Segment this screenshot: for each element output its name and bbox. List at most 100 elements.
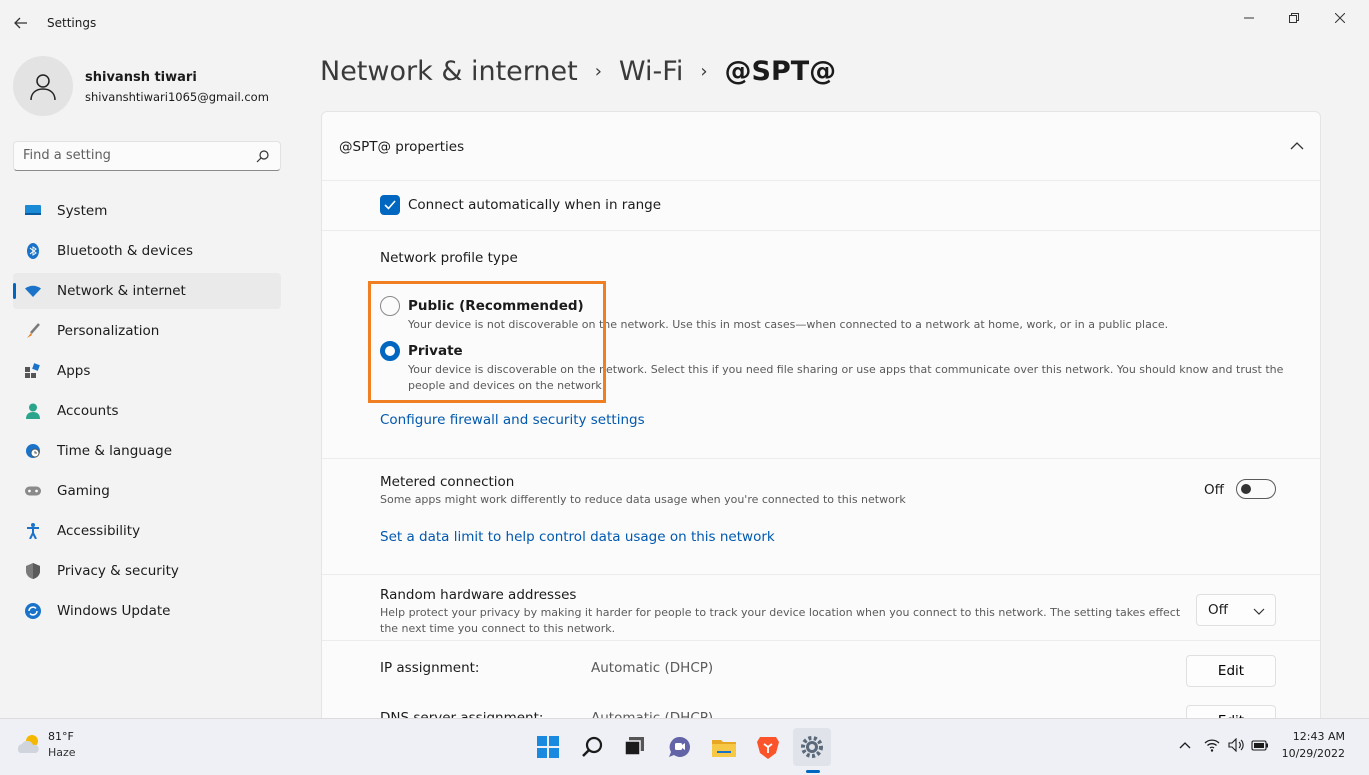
properties-title: @SPT@ properties: [339, 139, 465, 155]
avatar[interactable]: [13, 56, 73, 116]
private-radio-description: Your device is discoverable on the netwo…: [408, 363, 1284, 376]
metered-toggle-state: Off: [1204, 482, 1224, 498]
clock-time[interactable]: 12:43 AM: [1293, 730, 1345, 743]
app-title: Settings: [47, 16, 97, 30]
battery-icon[interactable]: [1250, 735, 1270, 755]
task-view-icon[interactable]: [616, 728, 654, 766]
chevron-down-icon: [1253, 608, 1265, 615]
person-icon: [25, 403, 41, 419]
ip-edit-button[interactable]: Edit: [1186, 655, 1276, 687]
sidebar-item-label: Personalization: [57, 323, 160, 339]
connect-auto-checkbox[interactable]: [380, 195, 400, 215]
bluetooth-icon: [25, 243, 41, 259]
random-hw-title: Random hardware addresses: [380, 587, 577, 603]
sidebar-item-gaming[interactable]: Gaming: [13, 473, 281, 509]
private-radio-label[interactable]: Private: [408, 343, 463, 359]
weather-description[interactable]: Haze: [48, 746, 76, 759]
user-name: shivansh tiwari: [85, 70, 197, 85]
system-icon: [25, 203, 41, 219]
sidebar-item-bluetooth[interactable]: Bluetooth & devices: [13, 233, 281, 269]
wifi-icon: [25, 283, 41, 299]
sidebar-item-windows-update[interactable]: Windows Update: [13, 593, 281, 629]
sidebar-nav: System Bluetooth & devices Network & int…: [13, 193, 281, 633]
properties-header[interactable]: @SPT@ properties: [322, 112, 1320, 181]
public-radio-description: Your device is not discoverable on the n…: [408, 318, 1169, 331]
sidebar-item-accounts[interactable]: Accounts: [13, 393, 281, 429]
chevron-right-icon: ›: [700, 61, 708, 82]
accessibility-icon: [25, 523, 41, 539]
connect-auto-row: Connect automatically when in range: [322, 181, 1320, 231]
gamepad-icon: [25, 483, 41, 499]
network-profile-section: Network profile type Public (Recommended…: [322, 231, 1320, 459]
connect-auto-label: Connect automatically when in range: [408, 197, 662, 213]
weather-temperature[interactable]: 81°F: [48, 730, 74, 743]
sidebar-item-system[interactable]: System: [13, 193, 281, 229]
brave-browser-icon[interactable]: [749, 728, 787, 766]
sidebar-item-label: Accessibility: [57, 523, 141, 539]
back-arrow-icon[interactable]: [10, 12, 32, 34]
ip-assignment-value: Automatic (DHCP): [591, 660, 714, 676]
windows-start-icon[interactable]: [529, 728, 567, 766]
user-email: shivanshtiwari1065@gmail.com: [85, 90, 269, 104]
sidebar-item-accessibility[interactable]: Accessibility: [13, 513, 281, 549]
metered-connection-section: Metered connection Some apps might work …: [322, 459, 1320, 575]
breadcrumb: Network & internet › Wi-Fi › @SPT@: [320, 56, 836, 87]
breadcrumb-wifi[interactable]: Wi-Fi: [619, 56, 683, 87]
file-explorer-icon[interactable]: [705, 728, 743, 766]
data-limit-link[interactable]: Set a data limit to help control data us…: [380, 529, 775, 545]
private-radio[interactable]: [380, 341, 400, 361]
private-radio-description-cont: people and devices on the network.: [408, 379, 606, 392]
restore-icon[interactable]: [1284, 8, 1304, 28]
breadcrumb-network[interactable]: Network & internet: [320, 56, 578, 87]
random-hw-dropdown[interactable]: Off: [1196, 594, 1276, 626]
search-icon[interactable]: [256, 149, 270, 163]
sidebar-item-label: Windows Update: [57, 603, 171, 619]
sidebar-item-label: Bluetooth & devices: [57, 243, 194, 259]
chevron-right-icon: ›: [594, 61, 602, 82]
metered-description: Some apps might work differently to redu…: [380, 493, 906, 506]
globe-clock-icon: [25, 443, 41, 459]
ip-assignment-label: IP assignment:: [380, 660, 480, 676]
wifi-tray-icon[interactable]: [1202, 735, 1222, 755]
sidebar-item-personalization[interactable]: Personalization: [13, 313, 281, 349]
chevron-up-icon[interactable]: [1175, 735, 1195, 755]
sidebar-item-label: Network & internet: [57, 283, 186, 299]
settings-gear-icon[interactable]: [793, 728, 831, 766]
properties-panel: @SPT@ properties Connect automatically w…: [321, 111, 1321, 731]
metered-toggle[interactable]: [1236, 479, 1276, 499]
sidebar-item-time-language[interactable]: Time & language: [13, 433, 281, 469]
close-icon[interactable]: [1330, 8, 1350, 28]
random-hw-description-cont: the next time you connect to this networ…: [380, 622, 616, 635]
network-profile-heading: Network profile type: [380, 250, 518, 266]
sidebar-item-network[interactable]: Network & internet: [13, 273, 281, 309]
public-radio-label[interactable]: Public (Recommended): [408, 298, 584, 314]
search-box[interactable]: [13, 141, 281, 171]
active-app-indicator: [806, 770, 820, 773]
page-title: @SPT@: [724, 56, 837, 87]
minimize-icon[interactable]: [1239, 8, 1259, 28]
taskbar-search-icon[interactable]: [573, 728, 611, 766]
random-hw-section: Random hardware addresses Help protect y…: [322, 575, 1320, 641]
shield-icon: [25, 563, 41, 579]
title-bar: Settings: [0, 0, 1369, 46]
random-hw-description: Help protect your privacy by making it h…: [380, 606, 1181, 619]
apps-icon: [25, 363, 41, 379]
sidebar-item-label: System: [57, 203, 108, 219]
weather-haze-icon[interactable]: [16, 733, 42, 755]
public-radio[interactable]: [380, 296, 400, 316]
sidebar-item-label: Privacy & security: [57, 563, 179, 579]
sidebar-item-apps[interactable]: Apps: [13, 353, 281, 389]
sidebar-item-privacy[interactable]: Privacy & security: [13, 553, 281, 589]
sidebar-item-label: Accounts: [57, 403, 119, 419]
teams-chat-icon[interactable]: [661, 728, 699, 766]
toggle-knob: [1241, 484, 1251, 494]
chevron-up-icon[interactable]: [1290, 139, 1304, 153]
sidebar-item-label: Time & language: [57, 443, 173, 459]
clock-date[interactable]: 10/29/2022: [1282, 747, 1345, 760]
sidebar-item-label: Gaming: [57, 483, 110, 499]
search-input[interactable]: [23, 148, 243, 163]
volume-icon[interactable]: [1226, 735, 1246, 755]
firewall-settings-link[interactable]: Configure firewall and security settings: [380, 412, 645, 428]
update-icon: [25, 603, 41, 619]
sidebar-item-label: Apps: [57, 363, 91, 379]
